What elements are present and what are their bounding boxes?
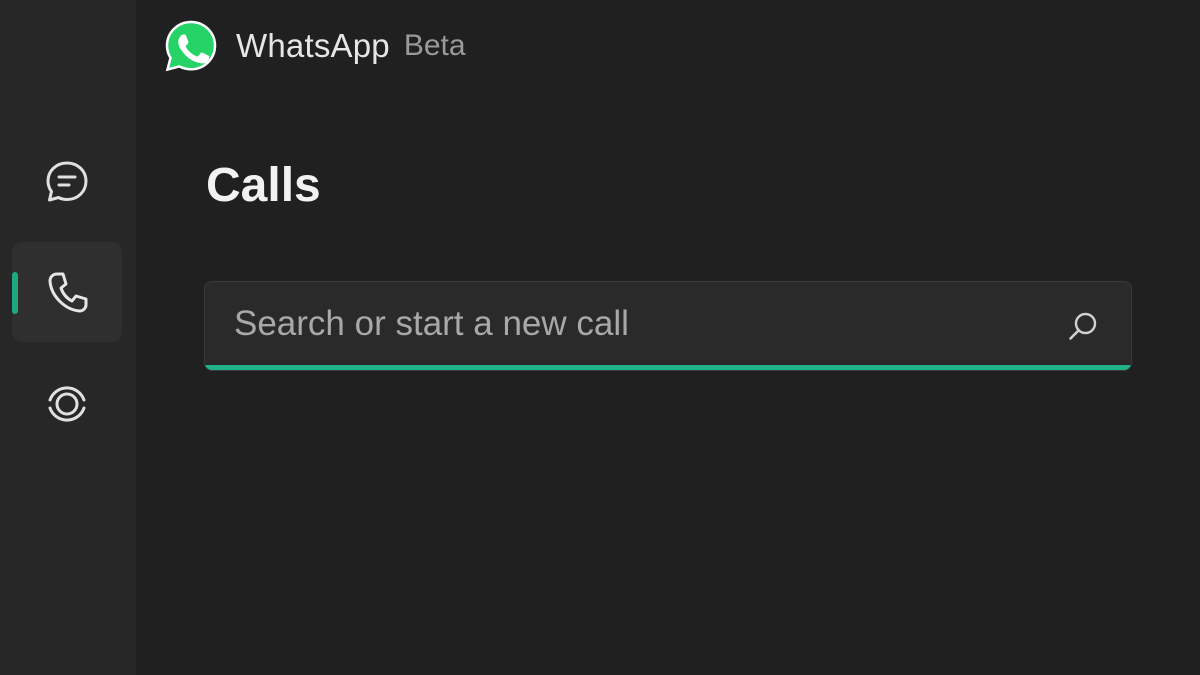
sidebar bbox=[0, 0, 136, 675]
sidebar-item-calls[interactable] bbox=[12, 242, 122, 342]
phone-icon bbox=[48, 272, 88, 313]
search-input[interactable] bbox=[205, 282, 1045, 366]
search-box bbox=[204, 281, 1132, 371]
app-window: WhatsApp Beta Calls bbox=[0, 0, 1200, 675]
title-bar: WhatsApp Beta bbox=[164, 18, 466, 74]
search-icon[interactable] bbox=[1065, 308, 1101, 344]
sidebar-item-chats[interactable] bbox=[12, 132, 122, 232]
status-ring-icon bbox=[48, 386, 86, 422]
search-focus-underline bbox=[205, 365, 1131, 370]
app-name: WhatsApp bbox=[236, 27, 390, 64]
active-indicator bbox=[12, 272, 18, 314]
page-title: Calls bbox=[206, 159, 321, 212]
whatsapp-logo-icon bbox=[165, 20, 217, 72]
beta-badge: Beta bbox=[403, 29, 466, 62]
sidebar-item-status[interactable] bbox=[12, 354, 122, 454]
chat-bubble-icon bbox=[46, 161, 88, 202]
